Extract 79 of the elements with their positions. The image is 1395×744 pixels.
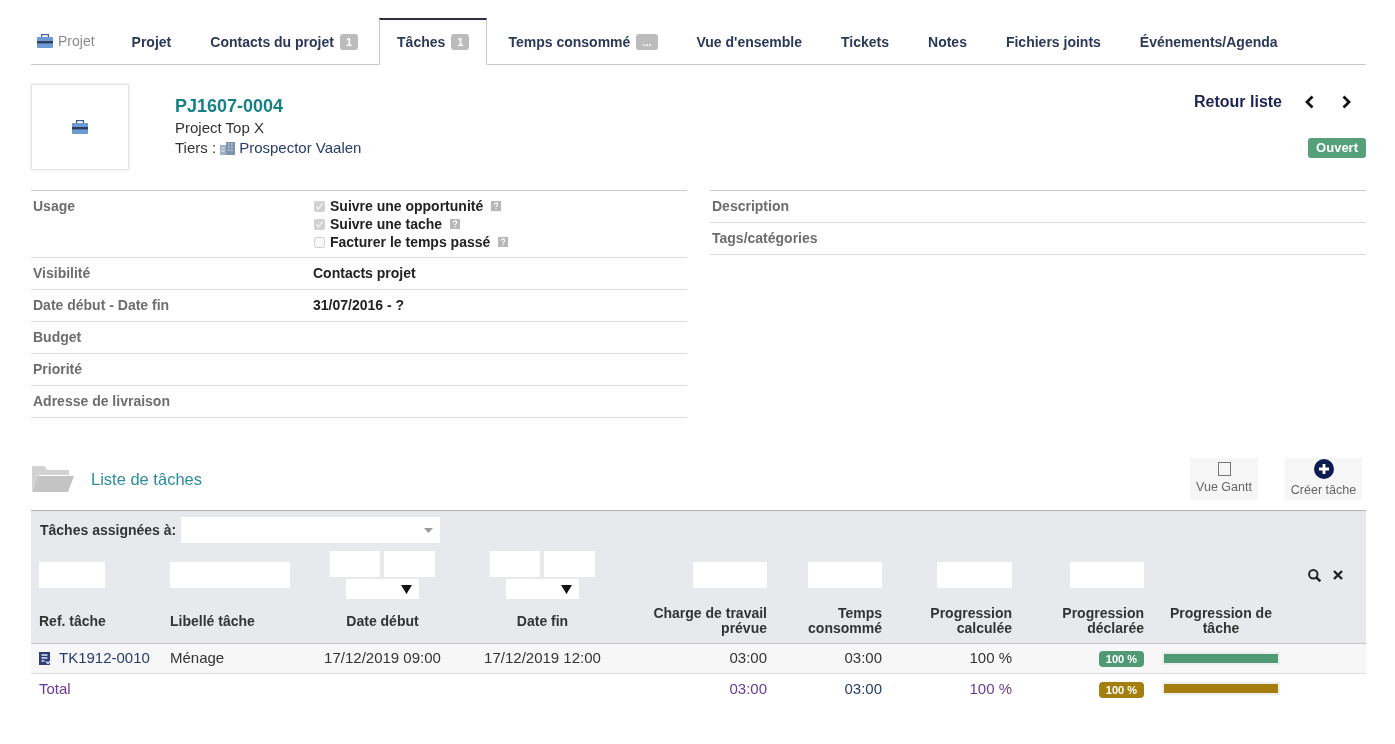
column-header: Date fin bbox=[460, 600, 625, 644]
field-label: Tags/catégories bbox=[711, 229, 819, 248]
checkbox-label: Suivre une tache bbox=[330, 215, 443, 233]
tab[interactable]: Contacts du projet 1 bbox=[192, 18, 377, 65]
field-label: Date début - Date fin bbox=[32, 296, 171, 315]
field-label: Usage bbox=[32, 197, 77, 216]
tab[interactable]: Fichiers joints bbox=[987, 18, 1119, 65]
progress-badge: 100 % bbox=[1098, 651, 1144, 668]
field-value: 31/07/2016 - ? bbox=[313, 297, 405, 313]
column-header: Progression de tâche bbox=[1152, 600, 1290, 644]
section-title: Projet bbox=[58, 31, 95, 51]
project-ref: PJ1607-0004 bbox=[175, 95, 285, 118]
column-header: Temps consommé bbox=[775, 600, 890, 644]
caret-icon bbox=[424, 527, 434, 533]
table-cell: 03:00 bbox=[775, 673, 890, 704]
plus-circle-icon bbox=[1313, 458, 1334, 479]
help-icon bbox=[450, 219, 461, 229]
table-cell: 17/12/2019 09:00 bbox=[305, 643, 460, 674]
tab[interactable]: Événements/Agenda bbox=[1121, 18, 1296, 65]
help-icon bbox=[498, 237, 509, 247]
document-icon bbox=[39, 652, 52, 665]
column-header: Progression déclarée bbox=[1020, 600, 1152, 644]
project-title: Project Top X bbox=[175, 118, 265, 138]
table-cell: 17/12/2019 12:00 bbox=[460, 643, 625, 674]
tab[interactable]: Notes bbox=[910, 18, 985, 65]
table-cell: Total bbox=[31, 673, 162, 704]
search-icon bbox=[1308, 568, 1321, 582]
square-icon bbox=[1217, 461, 1231, 476]
chevron-left-icon bbox=[1304, 95, 1315, 109]
count-badge: 1 bbox=[451, 34, 470, 50]
search-button[interactable] bbox=[1308, 568, 1321, 582]
briefcase-icon bbox=[37, 34, 53, 48]
third-party-label: Tiers : bbox=[175, 138, 217, 158]
table-cell: 100 % bbox=[890, 673, 1020, 704]
briefcase-icon bbox=[72, 120, 88, 134]
chevron-right-icon bbox=[1341, 95, 1352, 109]
table-cell: 03:00 bbox=[625, 673, 775, 704]
help-icon bbox=[491, 201, 502, 211]
progress-badge: 100 % bbox=[1098, 681, 1144, 698]
column-header: Ref. tâche bbox=[31, 600, 162, 644]
tab[interactable]: Temps consommé ... bbox=[490, 18, 676, 65]
count-badge: ... bbox=[636, 34, 658, 50]
back-to-list-link[interactable]: Retour liste bbox=[1194, 90, 1282, 114]
folder-icon bbox=[31, 465, 75, 493]
create-task-button[interactable]: Créer tâche bbox=[1285, 458, 1362, 500]
clear-button[interactable] bbox=[1333, 570, 1343, 580]
checkbox-label: Suivre une opportunité bbox=[330, 197, 484, 215]
close-icon bbox=[1333, 570, 1343, 580]
building-icon bbox=[220, 141, 236, 155]
status-badge: Ouvert bbox=[1308, 138, 1366, 158]
tab[interactable]: Vue d'ensemble bbox=[678, 18, 820, 65]
table-cell: 03:00 bbox=[625, 643, 775, 674]
field-label: Visibilité bbox=[32, 264, 92, 283]
caret-icon bbox=[401, 584, 412, 594]
field-label: Description bbox=[711, 197, 790, 216]
table-cell: Ménage bbox=[162, 643, 305, 674]
column-header: Date début bbox=[305, 600, 460, 644]
field-label: Priorité bbox=[32, 360, 83, 379]
column-header: Progression calculée bbox=[890, 600, 1020, 644]
tab[interactable]: Tickets bbox=[823, 18, 907, 65]
section-title: Liste de tâches bbox=[91, 468, 202, 490]
table-cell: 100 % bbox=[890, 643, 1020, 674]
field-label: Adresse de livraison bbox=[32, 392, 171, 411]
caret-icon bbox=[561, 584, 572, 594]
tab[interactable]: Tâches 1 bbox=[379, 18, 488, 65]
filter-label: Tâches assignées à: bbox=[40, 520, 177, 540]
filter-select[interactable] bbox=[346, 579, 419, 599]
tab[interactable]: Projet bbox=[113, 18, 190, 65]
field-value: Contacts projet bbox=[313, 265, 416, 281]
column-header: Libellé tâche bbox=[162, 600, 305, 644]
filter-select[interactable] bbox=[506, 579, 579, 599]
column-header: Charge de travail prévue bbox=[625, 600, 775, 644]
gantt-view-button[interactable]: Vue Gantt bbox=[1190, 458, 1258, 500]
field-label: Budget bbox=[32, 328, 83, 347]
table-cell: 03:00 bbox=[775, 643, 890, 674]
third-party-link[interactable]: Prospector Vaalen bbox=[239, 138, 362, 158]
count-badge: 1 bbox=[339, 34, 359, 50]
checkbox-label: Facturer le temps passé bbox=[330, 233, 491, 251]
task-ref-link[interactable]: TK1912-0010 bbox=[59, 647, 150, 670]
